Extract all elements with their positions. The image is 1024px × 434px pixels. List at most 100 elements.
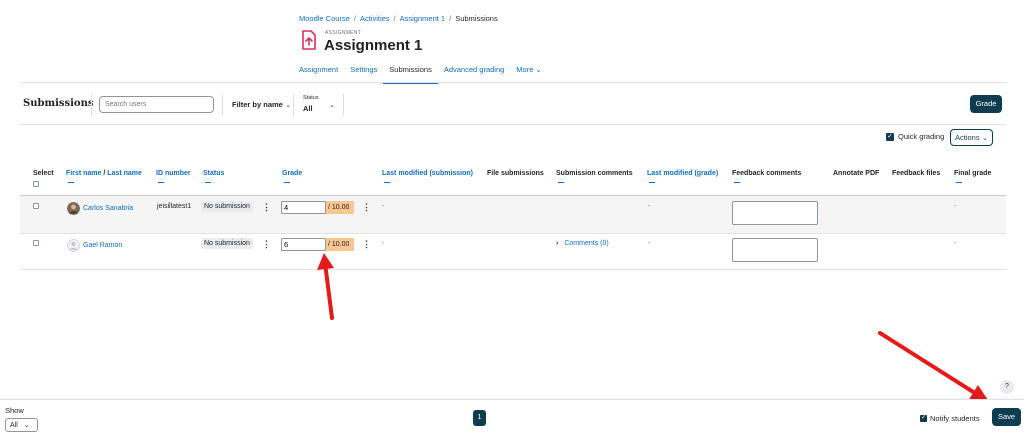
column-annotate-pdf: Annotate PDF — [833, 170, 880, 177]
column-last-modified-grade[interactable]: Last modified (grade) — [647, 170, 718, 177]
column-grade[interactable]: Grade — [282, 170, 302, 177]
sort-indicator — [558, 182, 564, 183]
last-modified-submission-cell: - — [382, 240, 385, 247]
breadcrumb: Moodle Course / Activities / Assignment 1/Su… — [299, 14, 498, 23]
column-feedback-files: Feedback files — [892, 170, 941, 177]
grade-button[interactable]: Grade — [970, 95, 1002, 113]
column-last-modified-submission[interactable]: Last modified (submission) — [382, 170, 473, 177]
breadcrumb-course[interactable]: Moodle Course — [299, 14, 350, 23]
grade-max: / 10.00 — [328, 204, 350, 211]
column-final-grade: Final grade — [954, 170, 992, 177]
quick-grading-toggle[interactable]: ✓ Quick grading — [886, 132, 944, 141]
notify-students-toggle[interactable]: ✓ Notify students — [920, 414, 980, 423]
actions-label: Actions — [955, 133, 980, 142]
comments-toggle[interactable]: › Comments (0) — [556, 240, 609, 247]
toolbar-divider — [222, 94, 223, 116]
filter-label: Filter by name — [232, 100, 283, 109]
toolbar-divider — [91, 94, 92, 116]
sort-indicator — [284, 182, 290, 183]
sort-indicator — [734, 182, 740, 183]
checkbox-checked-icon[interactable]: ✓ — [920, 415, 927, 422]
sort-indicator — [649, 182, 655, 183]
final-grade-cell: - — [954, 240, 957, 247]
quick-grading-label: Quick grading — [898, 132, 945, 141]
actions-menu-button[interactable]: Actions ⌄ — [950, 129, 993, 146]
row-divider — [20, 233, 1006, 234]
sort-indicator — [956, 182, 962, 183]
checkbox-checked-icon[interactable]: ✓ — [886, 132, 894, 141]
sort-indicator — [68, 182, 74, 183]
sort-last-name[interactable]: Last name — [107, 170, 142, 177]
notify-students-label: Notify students — [930, 414, 980, 423]
last-modified-submission-cell: - — [382, 203, 385, 210]
final-grade-cell: - — [954, 203, 957, 210]
status-badge: No submission — [201, 201, 253, 212]
avatar — [67, 202, 80, 215]
sort-indicator — [158, 182, 164, 183]
row-select-checkbox[interactable] — [33, 203, 39, 209]
save-button[interactable]: Save — [992, 408, 1021, 426]
grade-input[interactable] — [281, 238, 326, 251]
toolbar-divider — [343, 94, 344, 116]
column-status[interactable]: Status — [203, 170, 224, 177]
activity-type-label: ASSIGNMENT — [325, 30, 362, 36]
feedback-comments-textarea[interactable] — [732, 238, 818, 262]
id-number-cell: jeisillatest1 — [157, 203, 192, 210]
comments-link[interactable]: Comments (0) — [564, 240, 608, 247]
column-name: First name / Last name — [66, 170, 142, 177]
feedback-comments-textarea[interactable] — [732, 201, 818, 225]
show-per-page-select[interactable]: All ⌄ — [5, 418, 38, 432]
row-select-checkbox[interactable] — [33, 240, 39, 246]
sticky-footer — [0, 399, 1024, 434]
chevron-down-icon: ⌄ — [329, 102, 335, 109]
student-name-link[interactable]: Carlos Sanabria — [83, 205, 133, 212]
table-row — [20, 196, 1006, 233]
avatar — [67, 239, 80, 252]
tabs-divider — [20, 82, 1006, 83]
chevron-right-icon: › — [556, 240, 559, 247]
status-filter-dropdown[interactable]: All — [303, 104, 313, 113]
sort-indicator — [205, 182, 211, 183]
row-menu-icon[interactable]: ⋮ — [262, 202, 271, 213]
tab-more-label: More — [516, 65, 534, 74]
chevron-down-icon: ⌄ — [981, 133, 988, 142]
grade-input[interactable] — [281, 201, 326, 214]
chevron-down-icon: ⌄ — [284, 100, 292, 109]
chevron-down-icon: ⌄ — [23, 422, 30, 429]
sort-indicator — [384, 182, 390, 183]
assignment-upload-icon — [302, 30, 316, 50]
row-divider — [20, 269, 1006, 270]
chevron-down-icon: ⌄ — [535, 65, 542, 74]
help-button[interactable]: ? — [1000, 380, 1014, 394]
column-select: Select — [33, 170, 54, 177]
breadcrumb-activities[interactable]: Activities — [360, 14, 390, 23]
student-name-link[interactable]: Gael Ramon — [83, 242, 122, 249]
column-submission-comments: Submission comments — [556, 170, 633, 177]
grade-menu-icon[interactable]: ⋮ — [362, 202, 371, 213]
grade-menu-icon[interactable]: ⋮ — [362, 239, 371, 250]
show-value: All — [10, 422, 18, 429]
submissions-heading: Submissions — [23, 98, 94, 109]
page-title: Assignment 1 — [324, 37, 423, 54]
last-modified-grade-cell: - — [648, 203, 651, 210]
column-file-submissions: File submissions — [487, 170, 544, 177]
name-separator: / — [103, 170, 106, 177]
toolbar-divider — [293, 94, 294, 116]
toolbar-divider-line — [20, 124, 1006, 125]
sort-first-name[interactable]: First name — [66, 170, 101, 177]
row-menu-icon[interactable]: ⋮ — [262, 239, 271, 250]
pagination-page-1[interactable]: 1 — [473, 410, 486, 426]
breadcrumb-assignment[interactable]: Assignment 1 — [400, 14, 445, 23]
last-modified-grade-cell: - — [648, 240, 651, 247]
search-users-input[interactable] — [99, 96, 214, 113]
grade-max: / 10.00 — [328, 241, 350, 248]
select-all-checkbox[interactable] — [33, 181, 39, 187]
breadcrumb-current: Submissions — [455, 14, 498, 23]
arrow-to-save-icon — [878, 331, 990, 403]
status-badge: No submission — [201, 238, 253, 249]
column-id-number[interactable]: ID number — [156, 170, 191, 177]
filter-by-name-dropdown[interactable]: Filter by name ⌄ — [232, 100, 291, 109]
show-label: Show — [5, 406, 24, 415]
status-filter-label: Status — [303, 95, 319, 101]
column-feedback-comments: Feedback comments — [732, 170, 802, 177]
